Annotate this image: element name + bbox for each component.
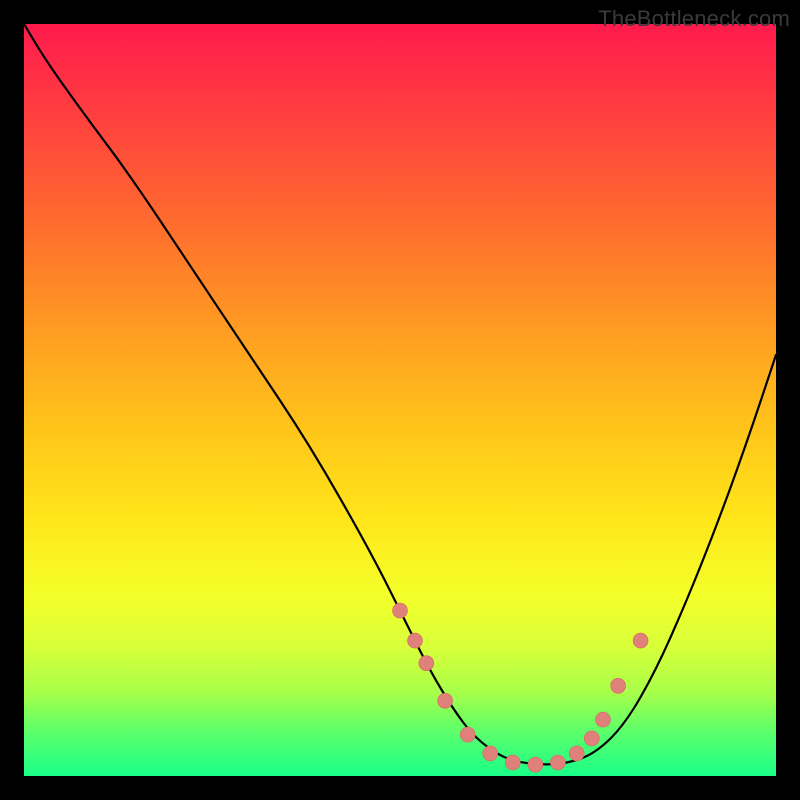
marker-point (528, 757, 543, 772)
bottleneck-curve (24, 24, 776, 764)
marker-point (438, 693, 453, 708)
highlight-markers (393, 603, 649, 772)
marker-point (408, 633, 423, 648)
chart-svg (24, 24, 776, 776)
marker-point (460, 727, 475, 742)
marker-point (584, 731, 599, 746)
marker-point (611, 678, 626, 693)
marker-point (505, 755, 520, 770)
marker-point (550, 755, 565, 770)
marker-point (569, 746, 584, 761)
marker-point (633, 633, 648, 648)
marker-point (419, 656, 434, 671)
marker-point (393, 603, 408, 618)
marker-point (483, 746, 498, 761)
marker-point (596, 712, 611, 727)
